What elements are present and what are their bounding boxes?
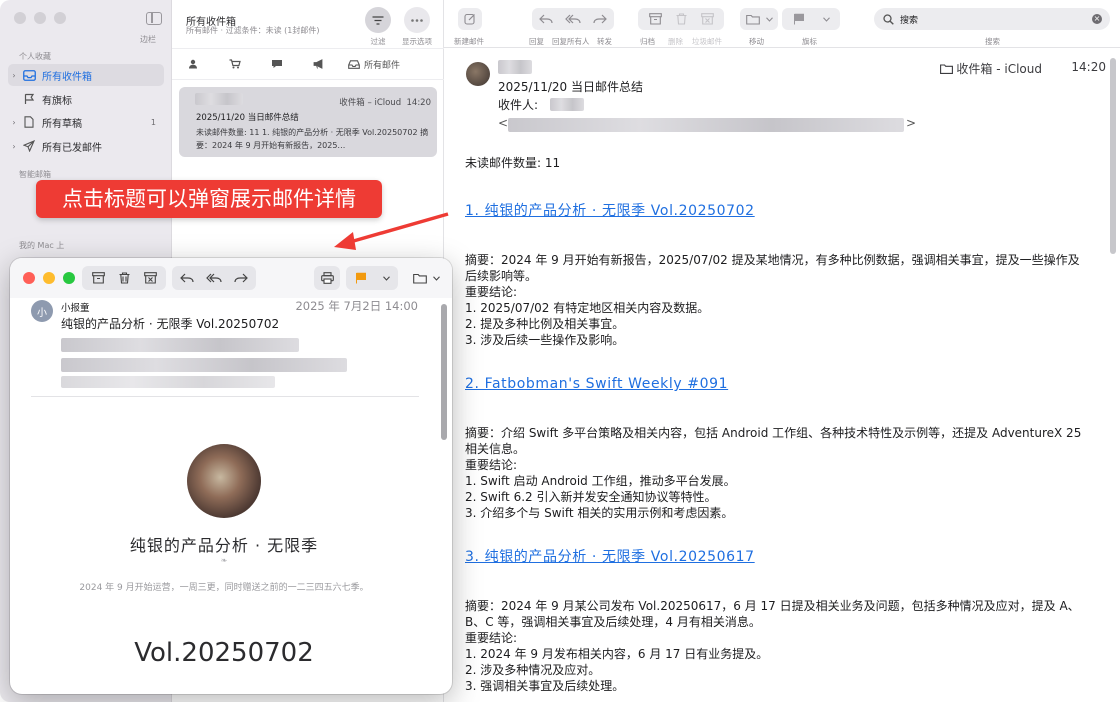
- annotation-arrow: [334, 212, 449, 250]
